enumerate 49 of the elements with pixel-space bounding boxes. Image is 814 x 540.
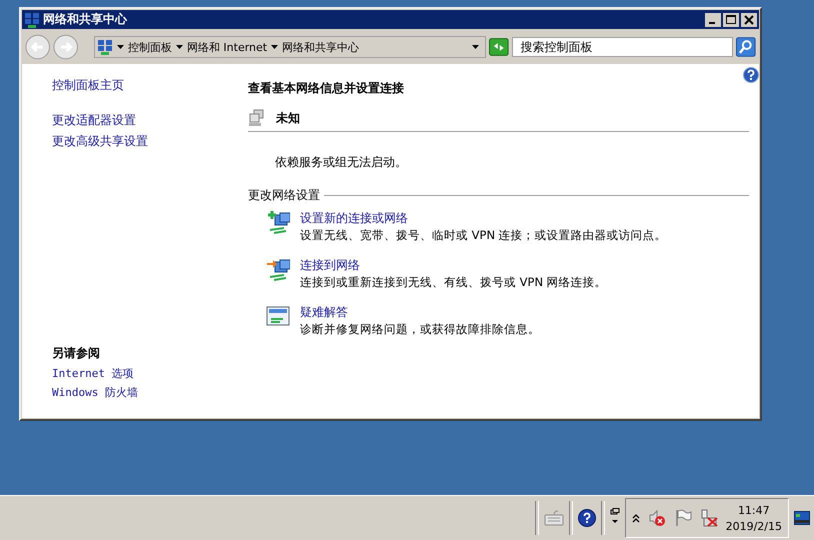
show-desktop-icon[interactable] <box>794 511 810 525</box>
caret-icon[interactable] <box>271 45 278 49</box>
status-message: 依赖服务或组无法启动。 <box>275 154 408 171</box>
close-icon[interactable] <box>741 12 757 26</box>
computer-icon <box>248 109 266 127</box>
address-field[interactable]: 控制面板 网络和 Internet 网络和共享中心 <box>94 36 486 58</box>
sidebar-link[interactable]: Windows 防火墙 <box>52 385 248 400</box>
sidebar-link[interactable]: 更改适配器设置 <box>52 112 248 129</box>
search-icon[interactable] <box>736 37 756 57</box>
network-icon <box>96 39 113 55</box>
speaker-icon[interactable] <box>648 509 666 527</box>
task-description: 设置无线、宽带、拨号、临时或 VPN 连接；或设置路由器或访问点。 <box>300 228 667 243</box>
breadcrumb[interactable]: 网络和 Internet <box>186 40 268 54</box>
clock-date: 2019/2/15 <box>726 520 782 532</box>
network-computers-icon <box>266 257 290 281</box>
minimize-icon[interactable] <box>705 12 721 26</box>
help-icon[interactable] <box>743 67 759 83</box>
sidebar-link[interactable]: 控制面板主页 <box>52 77 248 94</box>
chevron-icon[interactable] <box>632 513 640 523</box>
breadcrumb[interactable]: 控制面板 <box>128 40 172 54</box>
flag-icon[interactable] <box>674 509 692 527</box>
page-heading: 查看基本网络信息并设置连接 <box>248 80 405 97</box>
clock-time: 11:47 <box>738 504 770 516</box>
back-icon[interactable] <box>25 34 50 60</box>
monitor-icon <box>266 304 290 328</box>
caret-icon[interactable] <box>116 45 124 49</box>
section-heading: 另请参阅 <box>52 345 101 362</box>
help-icon[interactable] <box>578 509 596 527</box>
caret-icon[interactable] <box>472 45 480 49</box>
breadcrumb[interactable]: 网络和共享中心 <box>282 40 360 54</box>
network-icon <box>24 12 40 28</box>
forward-icon[interactable] <box>53 34 79 60</box>
search-field[interactable]: 搜索控制面板 <box>512 37 734 57</box>
network-computers-icon <box>266 210 290 234</box>
network-name: 未知 <box>276 110 300 126</box>
section-title: 更改网络设置 <box>248 187 320 204</box>
caret-icon[interactable] <box>176 45 183 49</box>
network-error-icon[interactable] <box>700 509 718 527</box>
sidebar-link[interactable]: 更改高级共享设置 <box>52 133 248 150</box>
task-description: 连接到或重新连接到无线、有线、拨号或 VPN 网络连接。 <box>300 275 607 290</box>
sidebar-link[interactable]: Internet 选项 <box>52 366 248 381</box>
task-link[interactable]: 连接到网络 <box>300 257 607 274</box>
window-title: 网络和共享中心 <box>43 11 128 28</box>
refresh-icon[interactable] <box>489 38 509 56</box>
task-link[interactable]: 设置新的连接或网络 <box>300 210 667 227</box>
task-link[interactable]: 疑难解答 <box>300 304 540 321</box>
clock[interactable]: 11:47 2019/2/15 <box>726 504 782 532</box>
maximize-icon[interactable] <box>723 12 739 26</box>
task-description: 诊断并修复网络问题，或获得故障排除信息。 <box>300 322 540 337</box>
